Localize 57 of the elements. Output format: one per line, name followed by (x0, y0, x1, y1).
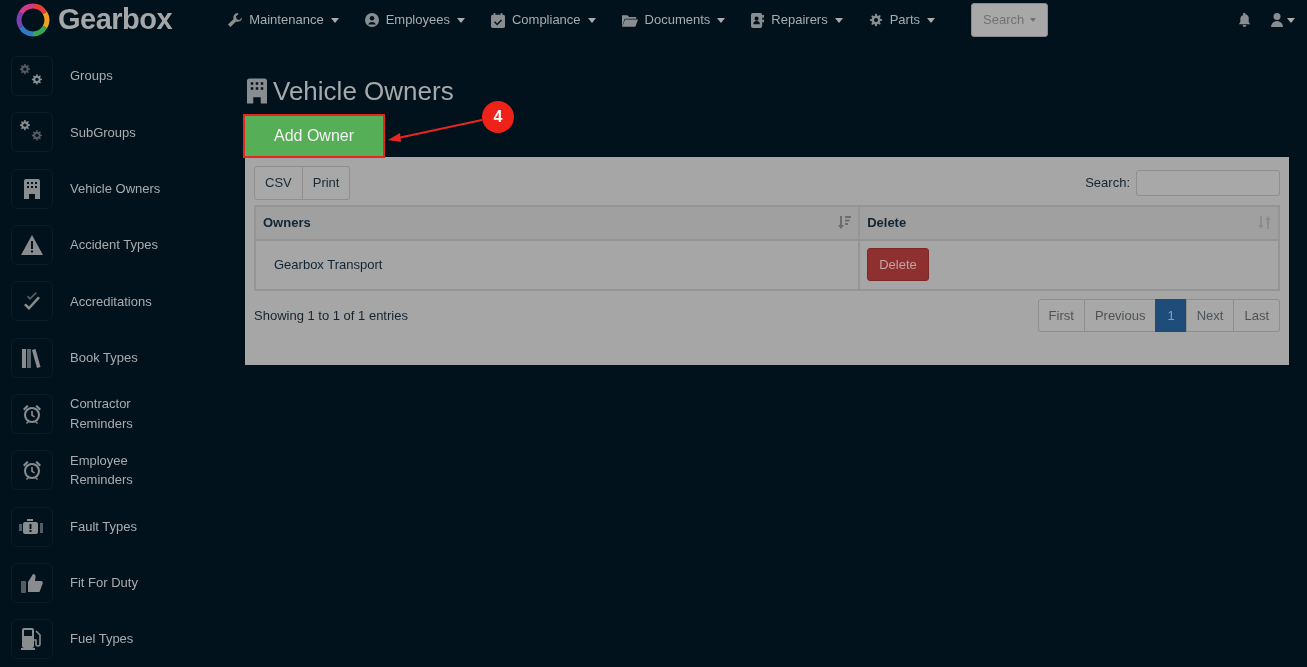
alarm-clock-icon (22, 403, 42, 424)
nav-menu[interactable]: Repairers (751, 10, 855, 30)
wrench-icon (228, 13, 243, 27)
address-book-icon (751, 12, 765, 28)
alarm-clock-icon (22, 460, 42, 481)
caret-icon (1030, 18, 1037, 22)
callout-badge: 4 (482, 101, 514, 133)
table-cell: Gearbox Transport (274, 256, 383, 272)
user-menu-button[interactable] (1271, 13, 1295, 27)
nav-menu[interactable]: Employees (364, 10, 477, 30)
export-button[interactable]: CSV (254, 166, 303, 200)
sidebar-item[interactable]: Fault Types (0, 498, 230, 555)
column-header[interactable]: Owners (255, 205, 860, 240)
books-icon (22, 347, 42, 368)
bell-icon (1238, 13, 1251, 27)
logo-icon (16, 3, 50, 37)
entries-info: Showing 1 to 1 of 1 entries (254, 306, 408, 325)
page-title: Vehicle Owners (273, 78, 454, 104)
warning-icon (21, 235, 43, 256)
building-icon (24, 178, 40, 199)
sidebar-item[interactable]: Contractor Reminders (0, 385, 230, 443)
sidebar-item[interactable]: Employee Reminders (0, 442, 230, 499)
search-field[interactable] (1136, 169, 1280, 196)
building-icon (247, 78, 267, 104)
caret-icon (1287, 17, 1295, 23)
caret-icon (927, 17, 936, 23)
fuel-pump-icon (21, 628, 43, 651)
caret-icon (834, 17, 843, 23)
calendar-check-icon (490, 12, 505, 28)
notifications-button[interactable] (1238, 13, 1251, 27)
engine-warning-icon (19, 518, 45, 535)
caret-icon (717, 17, 726, 23)
nav-menu[interactable]: Maintenance (228, 10, 351, 30)
export-button[interactable]: Print (302, 166, 351, 200)
folder-icon (621, 13, 638, 27)
nav-menu[interactable]: Parts (868, 10, 948, 30)
caret-icon (587, 17, 596, 23)
sidebar-item[interactable]: Accident Types (0, 216, 230, 274)
sidebar-item[interactable]: SubGroups (0, 104, 230, 161)
double-check-icon (22, 292, 42, 311)
user-icon (1271, 13, 1283, 27)
nav-menu[interactable]: Compliance (490, 10, 608, 30)
brand-name: Gearbox (58, 2, 173, 38)
user-circle-icon (364, 13, 379, 27)
caret-icon (456, 17, 465, 23)
column-header[interactable]: Delete (859, 205, 1279, 240)
sidebar-item[interactable]: Groups (0, 48, 230, 105)
search-label: Search: (1085, 174, 1130, 192)
sidebar-item[interactable]: Fuel Types (0, 610, 230, 667)
thumbs-up-icon (21, 572, 43, 593)
settings-icon (868, 13, 883, 27)
nav-menu[interactable]: Documents (621, 10, 738, 30)
caret-icon (330, 17, 339, 23)
sidebar-item[interactable]: Book Types (0, 329, 230, 386)
sidebar-item[interactable]: Vehicle Owners (0, 160, 230, 217)
sidebar-item[interactable]: Accreditations (0, 273, 230, 330)
sidebar-item[interactable]: Fit For Duty (0, 554, 230, 611)
